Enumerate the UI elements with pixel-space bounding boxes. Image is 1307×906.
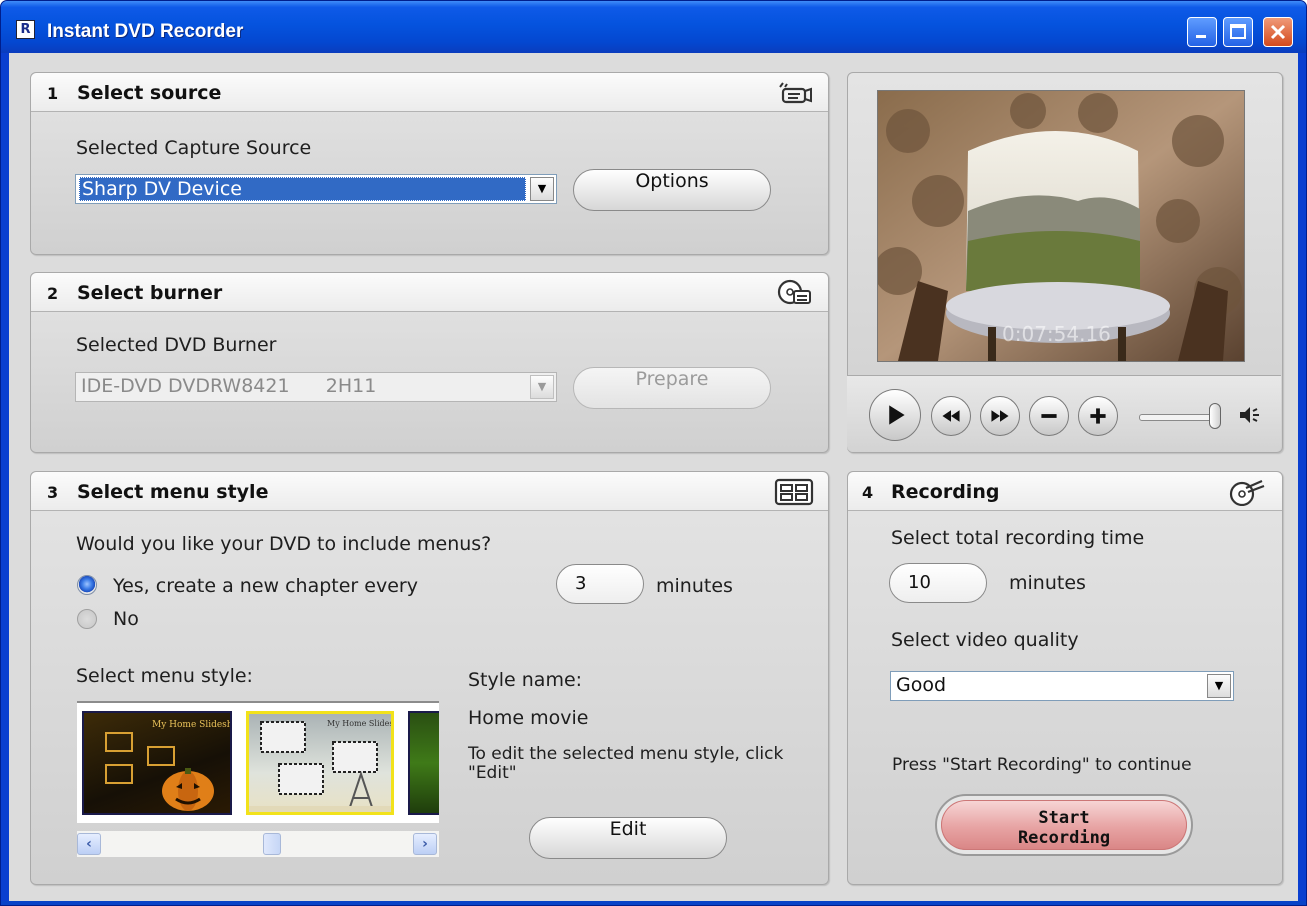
video-quality-value: Good <box>896 674 947 696</box>
app-icon: R <box>16 20 35 39</box>
yes-radio[interactable] <box>77 575 97 595</box>
fast-forward-button[interactable] <box>980 396 1020 436</box>
panel-header: 2 Select burner <box>31 273 828 312</box>
panel-header: 4 Recording <box>848 472 1282 511</box>
playback-controls <box>847 375 1281 452</box>
menu-question: Would you like your DVD to include menus… <box>76 533 492 555</box>
style-name-label: Style name: <box>468 669 583 691</box>
menu-style-scrollbar[interactable]: ‹ › <box>77 831 439 857</box>
capture-source-label: Selected Capture Source <box>76 137 312 159</box>
dvd-burner-label: Selected DVD Burner <box>76 334 277 356</box>
dvd-burner-dropdown[interactable]: IDE-DVD DVDRW8421 2H11 ▼ <box>75 372 557 402</box>
recording-minutes-input[interactable]: 10 <box>889 563 987 603</box>
start-recording-face[interactable]: Start Recording <box>941 800 1187 850</box>
rewind-icon <box>942 410 960 422</box>
step-number: 2 <box>47 284 59 303</box>
close-icon <box>1270 24 1286 40</box>
volume-slider-knob[interactable] <box>1209 403 1221 429</box>
menu-style-thumbnail[interactable]: My Home Slideshow <box>82 711 232 815</box>
plus-icon <box>1090 408 1106 424</box>
panel-title: Select menu style <box>77 481 269 503</box>
style-name-value: Home movie <box>468 707 589 729</box>
video-quality-dropdown[interactable]: Good ▼ <box>890 671 1234 701</box>
home-movie-style-preview: My Home Slideshow <box>249 719 394 812</box>
rewind-button[interactable] <box>931 396 971 436</box>
scroll-right-icon[interactable]: › <box>413 833 437 855</box>
zoom-out-button[interactable] <box>1029 396 1069 436</box>
minimize-icon <box>1196 35 1206 38</box>
edit-button[interactable]: Edit <box>529 817 727 859</box>
start-recording-button[interactable]: Start Recording <box>935 794 1193 856</box>
options-button[interactable]: Options <box>573 169 771 211</box>
capture-source-value: Sharp DV Device <box>79 177 526 201</box>
no-radio-label[interactable]: No <box>113 608 139 630</box>
record-disc-icon <box>1229 479 1265 506</box>
play-button[interactable] <box>869 389 921 441</box>
minus-icon <box>1041 414 1057 418</box>
thumb-title: My Home Slideshow <box>327 719 394 728</box>
panel-title: Select burner <box>77 282 223 304</box>
recording-time-label: Select total recording time <box>891 527 1145 549</box>
menu-style-list[interactable]: My Home Slideshow My Home Slideshow <box>77 701 439 823</box>
capture-source-dropdown[interactable]: Sharp DV Device ▼ <box>75 174 557 204</box>
start-recording-label: Start Recording <box>1017 808 1111 848</box>
minimize-button[interactable] <box>1187 17 1217 47</box>
recording-minutes-unit: minutes <box>1009 572 1086 594</box>
dvd-burner-value: IDE-DVD DVDRW8421 2H11 <box>81 375 377 397</box>
prepare-button[interactable]: Prepare <box>573 367 771 409</box>
maximize-button[interactable] <box>1223 17 1253 47</box>
no-radio[interactable] <box>77 609 97 629</box>
chapter-minutes-input[interactable]: 3 <box>556 564 644 604</box>
menu-style-thumbnail[interactable] <box>408 711 439 815</box>
panel-header: 1 Select source <box>31 73 828 112</box>
select-burner-panel: 2 Select burner <box>30 272 829 453</box>
close-button[interactable] <box>1263 17 1293 47</box>
scroll-left-icon[interactable]: ‹ <box>77 833 101 855</box>
maximize-icon <box>1230 24 1246 39</box>
window-bottom-border <box>1 901 1306 905</box>
menu-layout-icon <box>774 478 814 506</box>
panel-header: 3 Select menu style <box>31 472 828 511</box>
panel-title: Select source <box>77 82 222 104</box>
chapter-minutes-unit: minutes <box>656 575 733 597</box>
halloween-style-preview: My Home Slideshow <box>105 720 232 811</box>
zoom-in-button[interactable] <box>1078 396 1118 436</box>
select-source-panel: 1 Select source <box>30 72 829 255</box>
edit-hint: To edit the selected menu style, click "… <box>468 744 784 783</box>
title-bar[interactable]: R Instant DVD Recorder <box>1 1 1306 53</box>
step-number: 1 <box>47 84 59 103</box>
start-recording-hint: Press "Start Recording" to continue <box>892 755 1192 775</box>
camcorder-icon <box>779 82 812 104</box>
disc-burner-icon <box>777 279 811 305</box>
yes-radio-label[interactable]: Yes, create a new chapter every <box>113 575 418 597</box>
speaker-icon[interactable] <box>1237 403 1263 427</box>
chevron-down-icon[interactable]: ▼ <box>1207 674 1231 698</box>
panel-title: Recording <box>891 481 1000 503</box>
scroll-thumb[interactable] <box>263 833 281 855</box>
timecode-overlay: 0:07:54.16 <box>1002 322 1111 346</box>
fast-forward-icon <box>991 410 1009 422</box>
video-preview: 0:07:54.16 <box>877 90 1245 362</box>
chevron-down-icon[interactable]: ▼ <box>530 177 554 201</box>
play-icon <box>889 405 905 425</box>
video-quality-label: Select video quality <box>891 629 1079 651</box>
main-window: R Instant DVD Recorder 1 Select source S… <box>0 0 1307 906</box>
menu-style-list-label: Select menu style: <box>76 665 253 687</box>
menu-style-thumbnail-selected[interactable]: My Home Slideshow <box>246 711 394 815</box>
step-number: 3 <box>47 483 59 502</box>
preview-frame-image: 0:07:54.16 <box>878 91 1244 361</box>
step-number: 4 <box>862 483 874 502</box>
thumb-title: My Home Slideshow <box>152 720 232 730</box>
chevron-down-icon[interactable]: ▼ <box>530 375 554 399</box>
window-title: Instant DVD Recorder <box>47 21 244 42</box>
